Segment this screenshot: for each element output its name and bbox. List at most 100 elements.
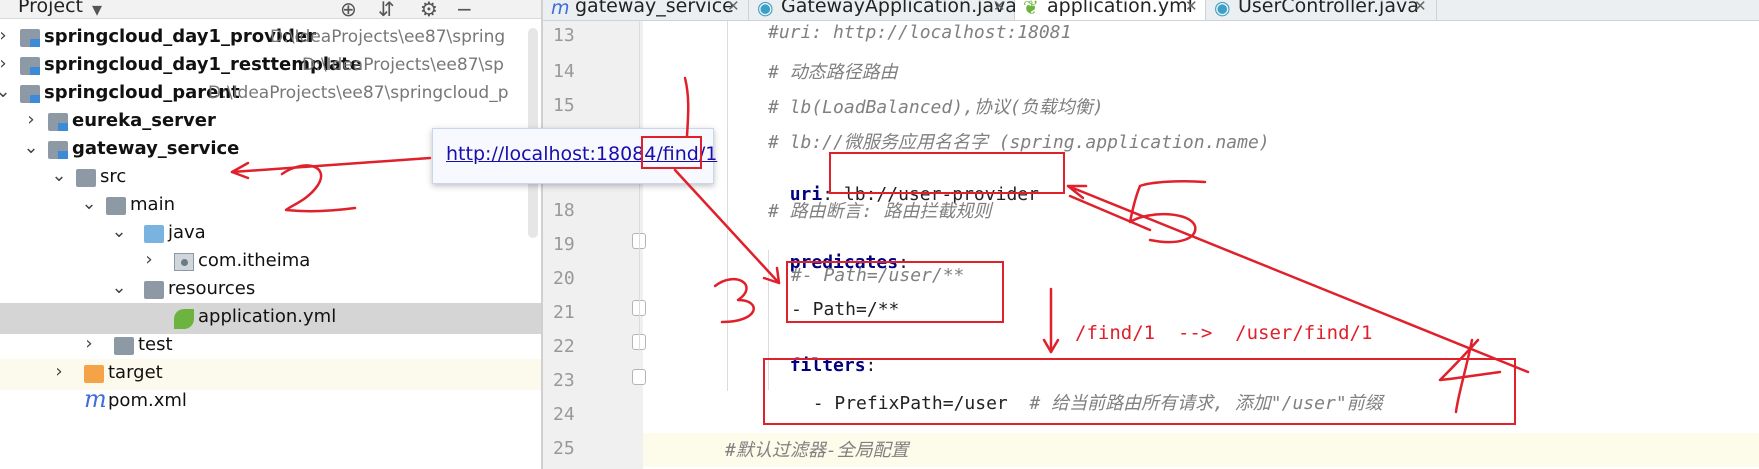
tree-node-application-yml[interactable]: application.yml xyxy=(0,303,541,334)
tab-label: gateway_service xyxy=(575,0,734,17)
tree-node-path: D:\IdeaProjects\ee87\springcloud_p xyxy=(208,83,509,103)
handwritten-5 xyxy=(1128,179,1207,244)
tab-label: UserController.java xyxy=(1238,0,1419,17)
tab-label: application.yml xyxy=(1047,0,1193,17)
code-line-18[interactable]: # 路由断言: 路由拦截规则 xyxy=(768,197,991,223)
code-line-16[interactable]: # lb://微服务应用名名字 (spring.application.name… xyxy=(768,128,1270,154)
class-icon: ◉ xyxy=(1214,0,1231,19)
module-icon xyxy=(48,141,68,159)
maven-icon: m xyxy=(84,385,107,413)
tab-user-controller[interactable]: ◉ UserController.java ✕ xyxy=(1206,0,1437,20)
fold-marker[interactable] xyxy=(632,369,646,385)
module-icon xyxy=(20,29,40,47)
line-number: 22 xyxy=(553,336,575,357)
line-number: 15 xyxy=(553,95,575,116)
tree-node-label: gateway_service xyxy=(72,138,240,159)
folder-icon xyxy=(114,337,134,355)
chevron-down-icon[interactable]: ⌄ xyxy=(22,137,40,158)
target-icon[interactable]: ⊕ xyxy=(340,0,357,21)
annotation-box-predicates xyxy=(786,261,1004,323)
tree-node-resources[interactable]: ⌄ resources xyxy=(0,275,541,306)
chevron-right-icon[interactable]: › xyxy=(140,249,158,270)
chevron-right-icon[interactable]: › xyxy=(22,109,40,130)
folder-icon xyxy=(76,169,96,187)
chevron-down-icon[interactable]: ⌄ xyxy=(50,165,68,186)
tree-node-test[interactable]: › test xyxy=(0,331,541,362)
code-line-15[interactable]: # lb(LoadBalanced),协议(负载均衡) xyxy=(768,93,1104,119)
module-icon xyxy=(20,85,40,103)
indent-guide xyxy=(727,21,728,391)
excluded-folder-icon xyxy=(84,365,104,383)
chevron-down-icon[interactable]: ⌄ xyxy=(110,221,128,242)
arrow-to-uri xyxy=(1066,184,1530,374)
close-icon[interactable]: ✕ xyxy=(727,0,740,15)
tree-node-label: java xyxy=(168,222,206,243)
chevron-down-icon[interactable]: ⌄ xyxy=(80,193,98,214)
gutter-guide xyxy=(639,21,640,351)
line-number: 14 xyxy=(553,61,575,82)
chevron-right-icon[interactable]: › xyxy=(0,53,12,74)
tab-gateway-application[interactable]: ◉ GatewayApplication.java ✕ xyxy=(749,0,1017,20)
connector-line xyxy=(1068,194,1152,232)
tree-node-label: com.itheima xyxy=(198,250,311,271)
code-line-14[interactable]: # 动态路径路由 xyxy=(768,58,898,84)
tree-node-com-itheima[interactable]: › com.itheima xyxy=(0,247,541,278)
line-number: 25 xyxy=(553,438,575,459)
spring-leaf-icon: ❦ xyxy=(1023,0,1039,19)
line-number: 20 xyxy=(553,268,575,289)
tree-node-pom-xml[interactable]: m pom.xml xyxy=(0,385,541,418)
tree-node-label: pom.xml xyxy=(108,390,187,411)
chevron-right-icon[interactable]: › xyxy=(80,333,98,354)
line-number: 13 xyxy=(553,25,575,46)
line-number: 21 xyxy=(553,302,575,323)
close-icon[interactable]: ✕ xyxy=(1414,0,1427,15)
line-number: 24 xyxy=(553,404,575,425)
gear-icon[interactable]: ⚙ xyxy=(420,0,438,21)
close-icon[interactable]: ✕ xyxy=(993,0,1006,15)
chevron-down-icon[interactable]: ▾ xyxy=(92,0,102,21)
annotation-box-filters xyxy=(763,358,1516,425)
tab-application-yml[interactable]: ❦ application.yml ✕ xyxy=(1015,0,1206,20)
close-icon[interactable]: ✕ xyxy=(1185,0,1198,15)
project-panel: Project ▾ ⊕ ⇵ ⚙ − › springcloud_day1_pro… xyxy=(0,0,541,469)
project-panel-title[interactable]: Project xyxy=(18,0,83,17)
tree-node-label: main xyxy=(130,194,175,215)
line-number: 19 xyxy=(553,234,575,255)
tab-gateway-service[interactable]: m gateway_service ✕ xyxy=(543,0,749,20)
folder-icon xyxy=(106,197,126,215)
url-base: http://localhost:18084 xyxy=(446,143,657,165)
tree-node-label: target xyxy=(108,362,163,383)
tree-node-label: resources xyxy=(168,278,256,299)
code-line-25[interactable]: #默认过滤器-全局配置 xyxy=(725,436,909,462)
tree-node-springcloud-parent[interactable]: ⌄ springcloud_parent D:\IdeaProjects\ee8… xyxy=(0,79,541,110)
tree-node-springcloud-day1-resttemplate[interactable]: › springcloud_day1_resttemplate D:\IdeaP… xyxy=(0,51,541,82)
module-icon xyxy=(48,113,68,131)
tree-node-label: test xyxy=(138,334,173,355)
tree-node-java[interactable]: ⌄ java xyxy=(0,219,541,250)
chevron-right-icon[interactable]: › xyxy=(50,361,68,382)
tree-node-main[interactable]: ⌄ main xyxy=(0,191,541,222)
chevron-right-icon[interactable]: › xyxy=(0,25,12,46)
package-icon xyxy=(174,253,194,271)
handwritten-3 xyxy=(713,277,755,324)
module-icon xyxy=(20,57,40,75)
tree-node-label: application.yml xyxy=(198,306,337,327)
tree-node-label: eureka_server xyxy=(72,110,216,131)
chevron-down-icon[interactable]: ⌄ xyxy=(0,81,12,102)
collapse-icon[interactable]: ⇵ xyxy=(378,0,395,21)
arrowhead xyxy=(1066,184,1088,200)
chevron-down-icon[interactable]: ⌄ xyxy=(110,277,128,298)
tree-node-target[interactable]: › target xyxy=(0,359,541,390)
arrowhead xyxy=(1042,338,1060,354)
code-line-13[interactable]: #uri: http://localhost:18081 xyxy=(768,22,1071,43)
line-number: 23 xyxy=(553,370,575,391)
tree-node-path: D:\IdeaProjects\ee87\sp xyxy=(302,55,504,75)
line-number: 18 xyxy=(553,200,575,221)
project-panel-header: Project ▾ ⊕ ⇵ ⚙ − xyxy=(0,0,541,21)
class-icon: ◉ xyxy=(757,0,774,19)
source-folder-icon xyxy=(144,225,164,243)
minimize-icon[interactable]: − xyxy=(456,0,473,21)
tree-node-springcloud-day1-provider[interactable]: › springcloud_day1_provider D:\IdeaProje… xyxy=(0,23,541,54)
tab-label: GatewayApplication.java xyxy=(781,0,1017,17)
spring-leaf-icon xyxy=(174,309,194,329)
